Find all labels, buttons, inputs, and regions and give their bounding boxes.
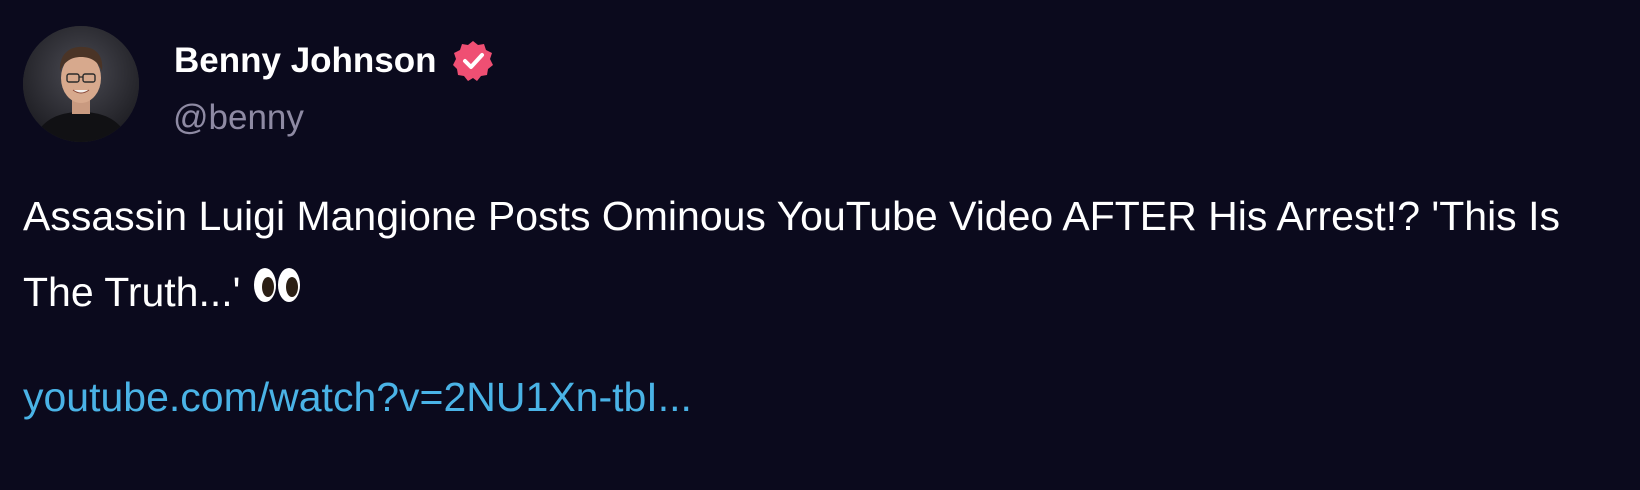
author-name-row: Benny Johnson xyxy=(174,36,495,86)
eyes-emoji-icon xyxy=(252,253,302,329)
avatar-photo-icon xyxy=(23,26,139,142)
post-card: Benny Johnson @benny Assassin Luigi Mang… xyxy=(0,0,1640,490)
author-handle[interactable]: @benny xyxy=(173,98,304,138)
youtube-link[interactable]: youtube.com/watch?v=2NU1Xn-tbI... xyxy=(23,374,692,421)
avatar[interactable] xyxy=(23,26,139,142)
author-display-name[interactable]: Benny Johnson xyxy=(174,41,437,81)
post-text: Assassin Luigi Mangione Posts Ominous Yo… xyxy=(23,178,1623,333)
verified-badge-icon xyxy=(451,39,495,83)
